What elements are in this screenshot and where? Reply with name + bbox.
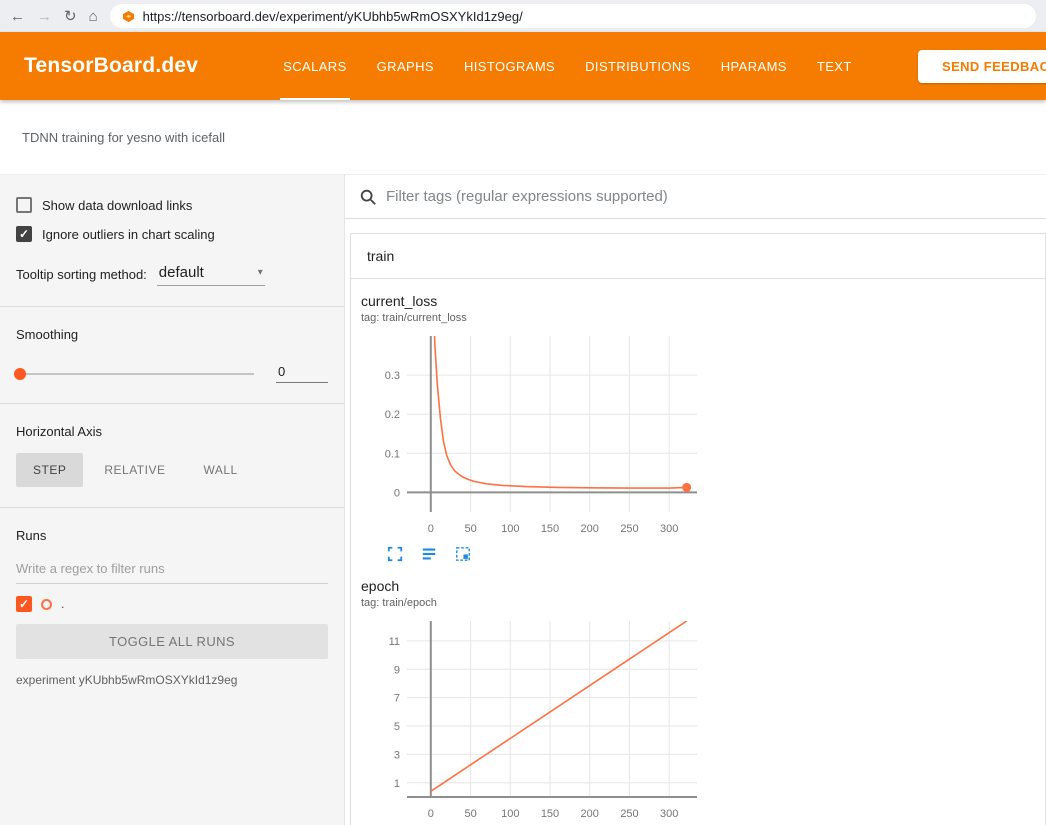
chart-card-epoch: epoch tag: train/epoch 0 50 100 150 200 250 300 1… bbox=[351, 570, 711, 825]
fit-domain-icon[interactable] bbox=[455, 544, 471, 564]
chart-toolbar bbox=[387, 544, 711, 564]
tag-filter-bar bbox=[345, 175, 1046, 219]
tab-text[interactable]: TEXT bbox=[802, 32, 867, 100]
forward-icon[interactable]: → bbox=[37, 9, 52, 24]
chart-tag: tag: train/epoch bbox=[361, 597, 711, 609]
expand-chart-icon[interactable] bbox=[387, 544, 403, 564]
show-download-links-label: Show data download links bbox=[42, 198, 192, 213]
svg-text:7: 7 bbox=[394, 693, 400, 705]
svg-text:5: 5 bbox=[394, 721, 400, 733]
tab-graphs[interactable]: GRAPHS bbox=[362, 32, 449, 100]
svg-text:50: 50 bbox=[464, 523, 476, 535]
chevron-down-icon: ▾ bbox=[258, 267, 263, 278]
svg-text:0.2: 0.2 bbox=[385, 409, 400, 421]
chart-title: current_loss bbox=[361, 293, 711, 309]
horizontal-axis-buttons: STEPRELATIVEWALL bbox=[16, 453, 328, 487]
header-tabs: SCALARSGRAPHSHISTOGRAMSDISTRIBUTIONSHPAR… bbox=[268, 32, 867, 100]
app-header: TensorBoard.dev SCALARSGRAPHSHISTOGRAMSD… bbox=[0, 32, 1046, 100]
subheader: TDNN training for yesno with icefall bbox=[0, 100, 1046, 175]
main-content: train current_loss tag: train/current_los… bbox=[345, 175, 1046, 825]
horizontal-axis-label: Horizontal Axis bbox=[16, 424, 328, 439]
svg-text:0: 0 bbox=[428, 808, 434, 820]
chart-plot[interactable]: 0 50 100 150 200 250 300 1 3 5 7 9 11 bbox=[361, 615, 701, 825]
back-icon[interactable]: ← bbox=[10, 9, 25, 24]
send-feedback-button[interactable]: SEND FEEDBACK bbox=[918, 50, 1046, 83]
data-table-icon[interactable] bbox=[421, 544, 437, 564]
ignore-outliers-label: Ignore outliers in chart scaling bbox=[42, 227, 215, 242]
url-text: https://tensorboard.dev/experiment/yKUbh… bbox=[143, 9, 523, 24]
svg-text:150: 150 bbox=[541, 523, 559, 535]
ignore-outliers-checkbox-row[interactable]: Ignore outliers in chart scaling bbox=[16, 226, 328, 242]
chart-tag: tag: train/current_loss bbox=[361, 312, 711, 324]
smoothing-slider-thumb[interactable] bbox=[14, 368, 26, 380]
svg-text:0: 0 bbox=[428, 523, 434, 535]
run-name: . bbox=[61, 597, 64, 611]
svg-text:9: 9 bbox=[394, 664, 400, 676]
svg-text:300: 300 bbox=[660, 523, 678, 535]
axis-button-wall[interactable]: WALL bbox=[186, 453, 254, 487]
train-group-card: train current_loss tag: train/current_los… bbox=[350, 233, 1046, 825]
svg-text:250: 250 bbox=[620, 523, 638, 535]
axis-button-relative[interactable]: RELATIVE bbox=[87, 453, 182, 487]
tab-scalars[interactable]: SCALARS bbox=[268, 32, 362, 100]
tab-distributions[interactable]: DISTRIBUTIONS bbox=[570, 32, 706, 100]
smoothing-label: Smoothing bbox=[16, 327, 328, 342]
train-group-header[interactable]: train bbox=[351, 234, 1045, 279]
svg-text:3: 3 bbox=[394, 749, 400, 761]
svg-text:0.1: 0.1 bbox=[385, 448, 400, 460]
tab-histograms[interactable]: HISTOGRAMS bbox=[449, 32, 570, 100]
axis-button-step[interactable]: STEP bbox=[16, 453, 83, 487]
experiment-title: TDNN training for yesno with icefall bbox=[22, 130, 225, 145]
home-icon[interactable]: ⌂ bbox=[89, 9, 98, 24]
tooltip-sorting-label: Tooltip sorting method: bbox=[16, 267, 147, 286]
tooltip-sorting-select[interactable]: default ▾ bbox=[157, 264, 265, 286]
show-download-links-checkbox[interactable] bbox=[16, 197, 32, 213]
svg-text:300: 300 bbox=[660, 808, 678, 820]
toggle-all-runs-button[interactable]: TOGGLE ALL RUNS bbox=[16, 624, 328, 659]
svg-text:1: 1 bbox=[394, 778, 400, 790]
browser-toolbar: ← → ↻ ⌂ https://tensorboard.dev/experime… bbox=[0, 0, 1046, 32]
divider bbox=[0, 306, 344, 307]
tag-filter-input[interactable] bbox=[386, 188, 1046, 205]
svg-text:250: 250 bbox=[620, 808, 638, 820]
show-download-links-checkbox-row[interactable]: Show data download links bbox=[16, 197, 328, 213]
search-icon bbox=[359, 188, 377, 206]
svg-text:100: 100 bbox=[501, 808, 519, 820]
runs-label: Runs bbox=[16, 528, 328, 543]
tab-hparams[interactable]: HPARAMS bbox=[706, 32, 802, 100]
svg-text:200: 200 bbox=[581, 808, 599, 820]
chart-plot[interactable]: 0 50 100 150 200 250 300 0 0.1 0.2 0.3 bbox=[361, 330, 701, 540]
svg-text:200: 200 bbox=[581, 523, 599, 535]
address-bar[interactable]: https://tensorboard.dev/experiment/yKUbh… bbox=[110, 4, 1036, 28]
divider bbox=[0, 507, 344, 508]
smoothing-slider[interactable] bbox=[16, 373, 254, 375]
run-checkbox[interactable] bbox=[16, 596, 32, 612]
charts-grid: current_losstag: train/current_loss05010… bbox=[351, 279, 1045, 825]
runs-filter-input[interactable] bbox=[16, 553, 328, 584]
svg-text:11: 11 bbox=[389, 636, 400, 648]
chart-title: epoch bbox=[361, 578, 711, 594]
run-color-icon bbox=[41, 599, 52, 610]
ignore-outliers-checkbox[interactable] bbox=[16, 226, 32, 242]
experiment-caption: experiment yKUbhb5wRmOSXYkId1z9eg bbox=[16, 673, 328, 687]
smoothing-value[interactable]: 0 bbox=[276, 364, 328, 383]
settings-sidebar: Show data download links Ignore outliers… bbox=[0, 175, 345, 825]
svg-text:50: 50 bbox=[464, 808, 476, 820]
tooltip-sorting-value: default bbox=[159, 264, 204, 281]
chart-card-current_loss: current_loss tag: train/current_loss 0 50 10… bbox=[351, 285, 711, 570]
divider bbox=[0, 403, 344, 404]
svg-text:0: 0 bbox=[394, 487, 400, 499]
svg-text:150: 150 bbox=[541, 808, 559, 820]
run-row[interactable]: . bbox=[16, 596, 328, 612]
site-favicon-icon bbox=[122, 10, 135, 23]
reload-icon[interactable]: ↻ bbox=[64, 9, 77, 24]
svg-text:100: 100 bbox=[501, 523, 519, 535]
svg-text:0.3: 0.3 bbox=[385, 370, 400, 382]
app-logo[interactable]: TensorBoard.dev bbox=[24, 54, 198, 78]
